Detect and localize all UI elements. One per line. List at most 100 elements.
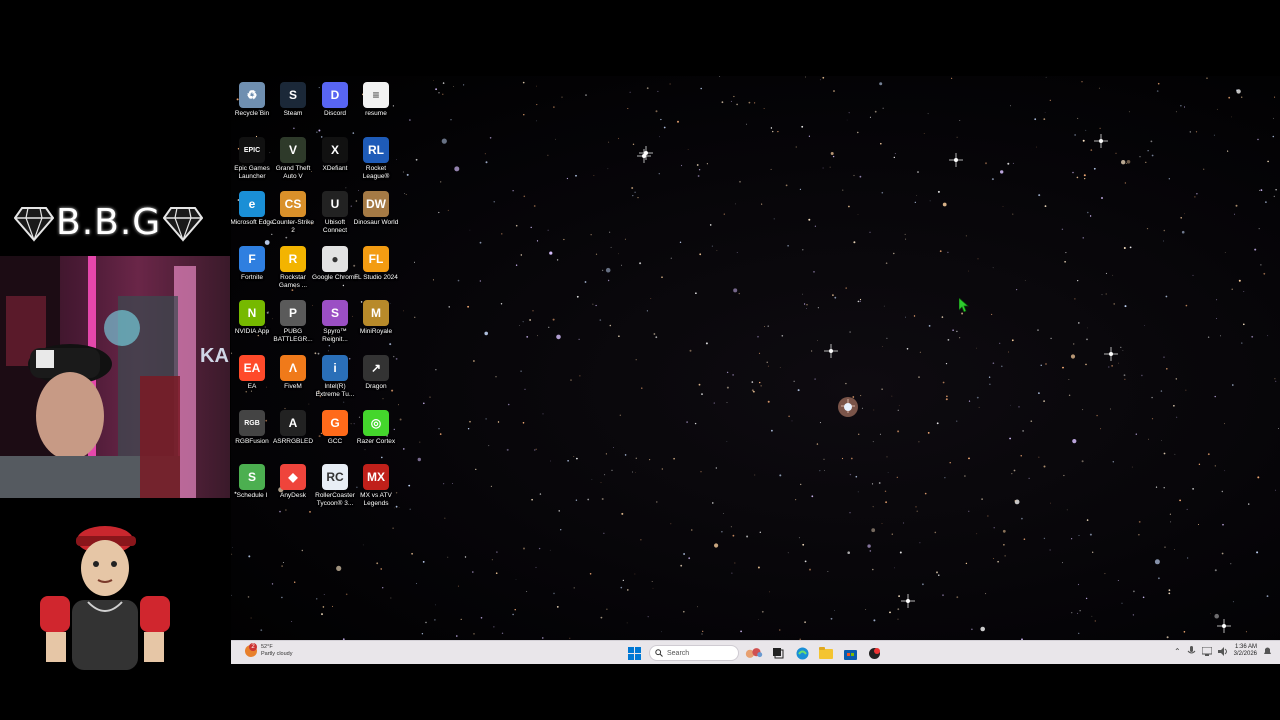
recycle-bin-icon: ♻ [239,82,265,108]
store-icon [843,649,857,660]
gta-v-icon: V [280,137,306,163]
webcam-feed: KA [0,256,230,498]
taskbar-search[interactable]: Search [649,645,739,661]
desktop-icon-label: Recycle Bin [234,110,270,117]
desktop-icon-label: Discord [323,110,347,117]
taskbar-app[interactable] [865,644,883,662]
desktop-icon-epic-games[interactable]: EPIC Epic Games Launcher [231,134,273,188]
weather-badge: 2 [249,643,257,651]
weather-widget[interactable]: 2 52°F Partly cloudy [245,643,293,658]
app-icon [868,647,880,659]
ubisoft-icon: U [322,191,348,217]
clock[interactable]: 1:36 AM 3/2/2026 [1234,644,1257,658]
intel-xtu-icon: i [322,355,348,381]
desktop-icon-xdefiant[interactable]: X XDefiant [314,134,356,188]
desktop-icon-gta-v[interactable]: V Grand Theft Auto V [272,134,314,188]
desktop-icon-spyro[interactable]: S Spyro™ Reignit... [314,297,356,351]
discord-icon: D [322,82,348,108]
network-icon[interactable] [1201,646,1212,656]
desktop-icon-gcc[interactable]: G GCC [314,407,356,461]
taskbar-widgets-button[interactable] [745,644,763,662]
rockstar-icon: R [280,246,306,272]
schedule-one-icon: S [239,464,265,490]
desktop-icon-pubg[interactable]: P PUBG BATTLEGR... [272,297,314,351]
desktop-icon-label: Dinosaur World [353,219,399,226]
desktop-icon-label: GCC [327,438,343,445]
diamond-icon [14,206,54,242]
desktop-icon-label: Google Chrome [312,274,358,281]
fl-studio-icon: FL [363,246,389,272]
dinosaur-world-icon: DW [363,191,389,217]
fortnite-icon: F [239,246,265,272]
search-highlight-icon [745,648,763,658]
desktop-icon-rollercoaster-tycoon[interactable]: RC RollerCoaster Tycoon® 3... [314,461,356,515]
desktop-icon-label: XDefiant [322,165,348,172]
taskbar-store[interactable] [841,644,859,662]
weather-text: 52°F Partly cloudy [261,644,293,658]
chrome-icon: ● [322,246,348,272]
desktop-icon-rgb-fusion[interactable]: RGB RGBFusion [231,407,273,461]
desktop-icon-discord[interactable]: D Discord [314,79,356,133]
mx-vs-atv-icon: MX [363,464,389,490]
desktop-icon-mx-vs-atv[interactable]: MX MX vs ATV Legends [355,461,397,515]
start-button[interactable] [625,644,643,662]
desktop-icon-rocket-league[interactable]: RL Rocket League® [355,134,397,188]
desktop-icon-fl-studio[interactable]: FL FL Studio 2024 [354,243,398,297]
system-tray: ⌃ 1:36 AM 3/2/2026 [1174,644,1272,658]
nvidia-icon: N [239,300,265,326]
desktop-icon-label: Schedule I [236,492,268,499]
fivem-icon: Λ [280,355,306,381]
desktop-icon-recycle-bin[interactable]: ♻ Recycle Bin [231,79,273,133]
desktop-icon-intel-xtu[interactable]: i Intel(R) Extreme Tu... [314,352,356,406]
desktop-icon-nvidia[interactable]: N NVIDIA App [231,297,273,351]
spyro-icon: S [322,300,348,326]
desktop-icon-razer-cortex[interactable]: ◎ Razer Cortex [355,407,397,461]
weather-temp: 52°F [261,644,273,650]
desktop-icon-asrock-rgb[interactable]: A ASRRGBLED [272,407,314,461]
counter-strike-icon: CS [280,191,306,217]
taskbar-file-explorer[interactable] [817,644,835,662]
desktop-icon-ea[interactable]: EA EA [231,352,273,406]
taskbar: 2 52°F Partly cloudy Search ⌃ 1:36 AM 3/… [231,640,1280,664]
task-view-button[interactable] [769,644,787,662]
taskbar-edge[interactable] [793,644,811,662]
brand-logo: B.B.G [14,202,204,243]
taskbar-center: Search [625,644,883,662]
stream-overlay: B.B.G KA [0,0,230,720]
desktop-icon-anydesk[interactable]: ◆ AnyDesk [272,461,314,515]
folder-icon [819,647,833,659]
desktop-icon-label: Fortnite [240,274,264,281]
dragon-shortcut-icon: ↗ [363,355,389,381]
desktop-icon-document[interactable]: ≡ resume [355,79,397,133]
desktop[interactable]: ♻ Recycle Bin S Steam D Discord ≡ resume EPIC Epi… [231,76,1280,640]
desktop-icon-miniroyale[interactable]: M MiniRoyale [355,297,397,351]
weather-desc: Partly cloudy [261,651,293,657]
desktop-icon-chrome[interactable]: ● Google Chrome [312,243,358,297]
desktop-icon-label: Dragon [365,383,387,390]
pubg-icon: P [280,300,306,326]
desktop-icon-label: resume [365,110,387,117]
chevron-up-icon[interactable]: ⌃ [1174,647,1181,656]
desktop-icon-counter-strike[interactable]: CS Counter-Strike 2 [272,188,314,242]
desktop-icon-dinosaur-world[interactable]: DW Dinosaur World [353,188,399,242]
desktop-icon-fortnite[interactable]: F Fortnite [231,243,273,297]
desktop-icon-edge[interactable]: e Microsoft Edge [231,188,274,242]
desktop-icon-label: Counter-Strike 2 [272,219,314,234]
volume-icon[interactable] [1217,646,1228,656]
search-placeholder: Search [667,649,690,657]
desktop-icon-steam[interactable]: S Steam [272,79,314,133]
webcam-sign-text: KA [200,345,229,367]
desktop-icon-schedule-one[interactable]: S Schedule I [231,461,273,515]
desktop-icon-label: Microsoft Edge [231,219,274,226]
desktop-icon-ubisoft[interactable]: U Ubisoft Connect [314,188,356,242]
weather-icon: 2 [245,643,257,657]
epic-games-icon: EPIC [239,137,265,163]
desktop-icon-dragon-shortcut[interactable]: ↗ Dragon [355,352,397,406]
microphone-icon[interactable] [1187,646,1196,656]
desktop-icon-label: Rocket League® [362,165,390,180]
notification-bell-icon[interactable] [1263,646,1272,656]
desktop-icon-label: Ubisoft Connect [322,219,348,234]
anydesk-icon: ◆ [280,464,306,490]
desktop-icon-fivem[interactable]: Λ FiveM [272,352,314,406]
desktop-icon-rockstar[interactable]: R Rockstar Games ... [272,243,314,297]
